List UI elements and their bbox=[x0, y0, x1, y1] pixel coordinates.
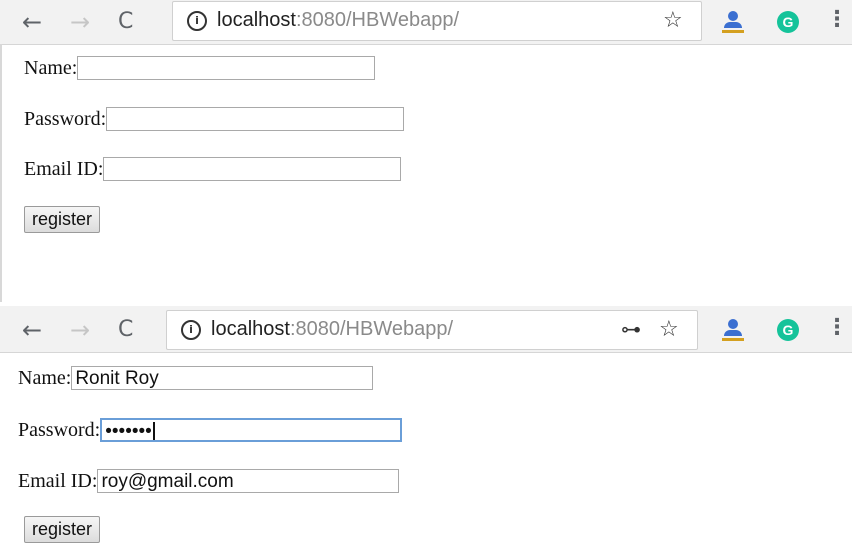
menu-icon[interactable]: ⋮ bbox=[826, 7, 848, 32]
url-text[interactable]: localhost:8080/HBWebapp/ bbox=[211, 318, 453, 341]
menu-icon[interactable]: ⋮ bbox=[826, 315, 848, 340]
email-input[interactable]: roy@gmail.com bbox=[97, 469, 400, 494]
reload-icon[interactable]: C bbox=[118, 9, 133, 34]
grammarly-icon[interactable]: G bbox=[777, 11, 799, 33]
register-button[interactable]: register bbox=[24, 206, 101, 233]
name-row: Name: Ronit Roy bbox=[18, 366, 374, 391]
email-row: Email ID: roy@gmail.com bbox=[18, 469, 400, 494]
forward-arrow-icon[interactable]: → bbox=[70, 8, 90, 36]
reload-icon[interactable]: C bbox=[118, 317, 133, 342]
bookmark-star-icon[interactable]: ☆ bbox=[659, 317, 679, 342]
browser-window-filled-form: ← → C i localhost:8080/HBWebapp/ ⊶ ☆ G ⋮… bbox=[0, 306, 852, 544]
email-label: Email ID: bbox=[24, 157, 104, 180]
password-label: Password: bbox=[24, 107, 107, 130]
url-path: :8080/HBWebapp/ bbox=[295, 9, 460, 31]
password-row: Password: bbox=[24, 107, 405, 132]
name-input[interactable]: Ronit Roy bbox=[71, 366, 374, 391]
password-input[interactable]: ••••••• bbox=[100, 418, 403, 443]
info-icon[interactable]: i bbox=[187, 11, 207, 31]
password-row: Password: ••••••• bbox=[18, 418, 403, 443]
name-label: Name: bbox=[18, 366, 72, 389]
password-masked-value: ••••••• bbox=[105, 421, 152, 443]
name-input[interactable] bbox=[77, 56, 376, 81]
register-button[interactable]: register bbox=[24, 516, 101, 543]
url-text[interactable]: localhost:8080/HBWebapp/ bbox=[217, 9, 459, 32]
window-edge bbox=[0, 44, 2, 302]
password-input[interactable] bbox=[106, 107, 405, 132]
password-label: Password: bbox=[18, 418, 101, 441]
browser-toolbar: ← → C i localhost:8080/HBWebapp/ ⊶ ☆ G ⋮ bbox=[0, 306, 852, 353]
address-bar[interactable]: i localhost:8080/HBWebapp/ ⊶ ☆ bbox=[166, 310, 698, 350]
email-label: Email ID: bbox=[18, 469, 98, 492]
account-extension-icon[interactable] bbox=[722, 318, 744, 342]
back-arrow-icon[interactable]: ← bbox=[22, 8, 42, 36]
grammarly-icon[interactable]: G bbox=[777, 319, 799, 341]
name-row: Name: bbox=[24, 56, 376, 81]
browser-toolbar: ← → C i localhost:8080/HBWebapp/ ☆ G ⋮ bbox=[0, 0, 852, 45]
info-icon[interactable]: i bbox=[181, 320, 201, 340]
address-bar[interactable]: i localhost:8080/HBWebapp/ ☆ bbox=[172, 1, 702, 41]
text-caret bbox=[152, 422, 155, 441]
forward-arrow-icon[interactable]: → bbox=[70, 316, 90, 344]
bookmark-star-icon[interactable]: ☆ bbox=[663, 8, 683, 33]
url-path: :8080/HBWebapp/ bbox=[289, 318, 454, 340]
back-arrow-icon[interactable]: ← bbox=[22, 316, 42, 344]
email-row: Email ID: bbox=[24, 157, 402, 182]
name-label: Name: bbox=[24, 56, 78, 79]
saved-password-key-icon[interactable]: ⊶ bbox=[621, 317, 641, 341]
url-host: localhost bbox=[211, 318, 290, 340]
url-host: localhost bbox=[217, 9, 296, 31]
account-extension-icon[interactable] bbox=[722, 10, 744, 34]
browser-window-empty-form: ← → C i localhost:8080/HBWebapp/ ☆ G ⋮ N… bbox=[0, 0, 852, 302]
email-input[interactable] bbox=[103, 157, 402, 182]
